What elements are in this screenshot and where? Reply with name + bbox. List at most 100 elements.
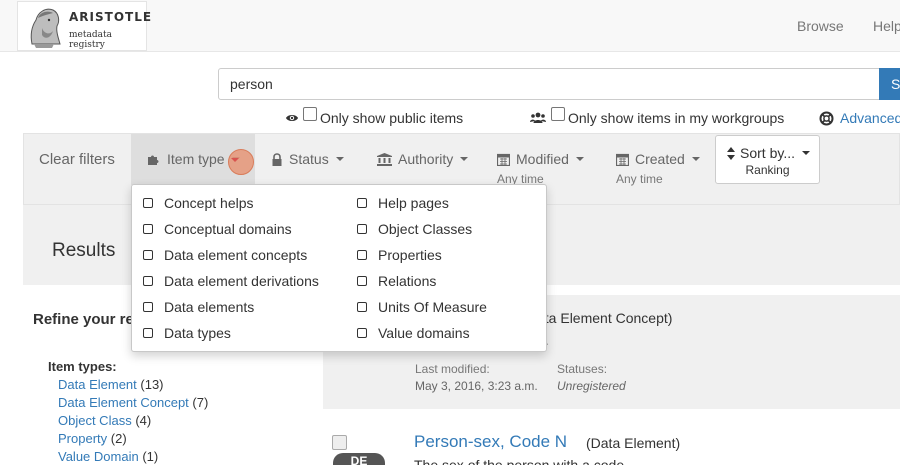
dropdown-option-checkbox[interactable] [357,302,367,312]
facet-item[interactable]: Property (2) [58,431,127,446]
item-type-caret-icon [231,158,239,162]
dropdown-option[interactable]: Help pages [357,193,449,213]
sort-icon [727,146,735,160]
advanced-label: Advanced [840,110,900,126]
public-only-option[interactable]: Only show public items [285,107,464,128]
facet-link[interactable]: Property [58,431,107,446]
authority-filter-content: Authority [377,151,469,167]
facet-link[interactable]: Value Domain [58,449,139,464]
nav-help-link[interactable]: Help [873,18,900,34]
facet-item[interactable]: Data Element (13) [58,377,164,392]
dropdown-option[interactable]: Data types [143,323,231,343]
dropdown-option-checkbox[interactable] [357,198,367,208]
created-filter-content: Created [616,151,700,167]
status-filter-content: Status [272,151,344,167]
created-sub-label: Any time [616,172,663,186]
lock-icon [272,152,282,166]
item-type-badge: DE [333,453,385,465]
facet-link[interactable]: Data Element [58,377,137,392]
dropdown-option-checkbox[interactable] [143,302,153,312]
result-description: The sex of the person with a code [414,457,625,465]
facet-link[interactable]: Data Element Concept [58,395,189,410]
dropdown-option-label: Conceptual domains [164,221,292,237]
last-modified-label: Last modified: [415,362,490,376]
dropdown-option[interactable]: Data element concepts [143,245,307,265]
dropdown-option-checkbox[interactable] [143,224,153,234]
dropdown-option-checkbox[interactable] [143,198,153,208]
cursor-indicator [228,149,254,175]
modified-filter-content: Modified [497,151,584,167]
dropdown-option-checkbox[interactable] [143,328,153,338]
dropdown-option[interactable]: Value domains [357,323,470,343]
created-label: Created [635,151,685,167]
dropdown-option[interactable]: Properties [357,245,442,265]
calendar-icon [616,153,629,166]
dropdown-option-checkbox[interactable] [357,276,367,286]
dropdown-option-label: Properties [378,247,442,263]
sort-by-button[interactable]: Sort by... Ranking [715,135,820,184]
calendar-icon [497,153,510,166]
workgroups-only-option[interactable]: Only show items in my workgroups [530,107,785,128]
logo-subtitle: metadata registry [69,30,112,50]
dropdown-option-label: Data element concepts [164,247,308,263]
dropdown-option-label: Value domains [378,325,470,341]
dropdown-option-checkbox[interactable] [143,250,153,260]
result-type: (Data Element) [586,435,681,451]
public-only-label: Only show public items [320,110,464,126]
dropdown-option-checkbox[interactable] [357,328,367,338]
dropdown-option[interactable]: Data element derivations [143,271,319,291]
dropdown-option[interactable]: Concept helps [143,193,254,213]
sort-label: Sort by... [740,145,795,161]
item-type-filter-content: Item type [147,151,240,167]
dropdown-option[interactable]: Data elements [143,297,254,317]
dropdown-option[interactable]: Conceptual domains [143,219,292,239]
facet-count: (2) [110,431,127,446]
facet-count: (7) [192,395,209,410]
users-icon [530,112,546,123]
dropdown-option-label: Units Of Measure [378,299,487,315]
eye-icon [286,115,298,121]
page: ARISTOTLE metadata registry Browse Help … [0,0,900,465]
status-label: Status [289,151,329,167]
dropdown-option-label: Relations [378,273,437,289]
chevron-down-icon [575,157,584,161]
result-title-link[interactable]: Person-sex, Code N [414,432,567,452]
facet-item[interactable]: Value Domain (1) [58,449,158,464]
dropdown-option-checkbox[interactable] [357,250,367,260]
authority-label: Authority [398,151,454,167]
dropdown-option[interactable]: Units Of Measure [357,297,487,317]
sort-label-row: Sort by... [727,145,810,161]
public-only-checkbox[interactable] [303,107,317,121]
dropdown-option-label: Help pages [378,195,449,211]
dropdown-option-checkbox[interactable] [357,224,367,234]
chevron-down-icon [801,151,810,155]
result-type-fragment: ata Element Concept) [537,310,673,326]
item-types-label: Item types: [48,359,117,374]
result-select-checkbox[interactable] [332,435,347,450]
item-type-dropdown-menu: Concept helps Conceptual domains Data el… [131,184,547,352]
workgroups-only-checkbox[interactable] [551,107,565,121]
search-input[interactable] [218,68,880,100]
dropdown-option-label: Data elements [164,299,255,315]
workgroups-only-label: Only show items in my workgroups [568,110,785,126]
dropdown-option[interactable]: Object Classes [357,219,472,239]
item-type-label: Item type [167,151,225,167]
facet-item[interactable]: Object Class (4) [58,413,151,428]
search-button[interactable]: Search [879,68,900,100]
aristotle-logo[interactable]: ARISTOTLE metadata registry [17,1,151,51]
statuses-label: Statuses: [557,362,608,376]
life-ring-icon [819,111,834,125]
clear-filters-link[interactable]: Clear filters [39,151,115,168]
advanced-search-link[interactable]: Advanced [819,108,900,128]
navbar: ARISTOTLE metadata registry Browse Help [0,0,900,52]
dropdown-option-label: Object Classes [378,221,473,237]
facet-count: (1) [142,449,159,464]
chevron-down-icon [335,157,344,161]
dropdown-option-checkbox[interactable] [143,276,153,286]
nav-browse-link[interactable]: Browse [797,18,844,34]
facet-item[interactable]: Data Element Concept (7) [58,395,208,410]
sort-sub-label: Ranking [745,163,790,177]
chevron-down-icon [460,157,469,161]
facet-link[interactable]: Object Class [58,413,132,428]
dropdown-option[interactable]: Relations [357,271,436,291]
